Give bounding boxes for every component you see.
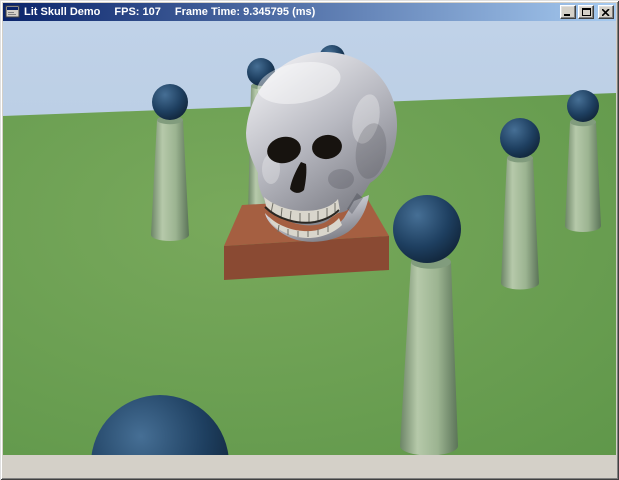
window-title: Lit Skull Demo — [24, 6, 101, 18]
column-mid-right — [500, 118, 540, 290]
column-far-right — [565, 90, 601, 232]
window-bottom-area — [3, 455, 616, 477]
sphere-left — [152, 84, 188, 120]
sphere-far-right — [567, 90, 599, 122]
window-controls — [560, 5, 614, 19]
titlebar[interactable]: Lit Skull Demo FPS: 107 Frame Time: 9.34… — [3, 3, 616, 21]
app-icon[interactable] — [5, 4, 21, 20]
frame-time-counter: Frame Time: 9.345795 (ms) — [174, 6, 316, 18]
sphere-foreground — [393, 195, 461, 263]
skull-shadow — [328, 169, 354, 189]
sphere-mid-right — [500, 118, 540, 158]
3d-viewport[interactable] — [3, 21, 616, 455]
close-icon — [602, 8, 610, 16]
column-left — [151, 84, 189, 241]
minimize-icon — [564, 13, 570, 16]
close-button[interactable] — [598, 5, 614, 19]
maximize-button[interactable] — [578, 5, 594, 19]
fps-counter: FPS: 107 — [114, 6, 161, 18]
maximize-icon — [581, 8, 591, 16]
minimize-button[interactable] — [560, 5, 576, 19]
scene-canvas — [3, 21, 616, 455]
app-window: Lit Skull Demo FPS: 107 Frame Time: 9.34… — [0, 0, 619, 480]
